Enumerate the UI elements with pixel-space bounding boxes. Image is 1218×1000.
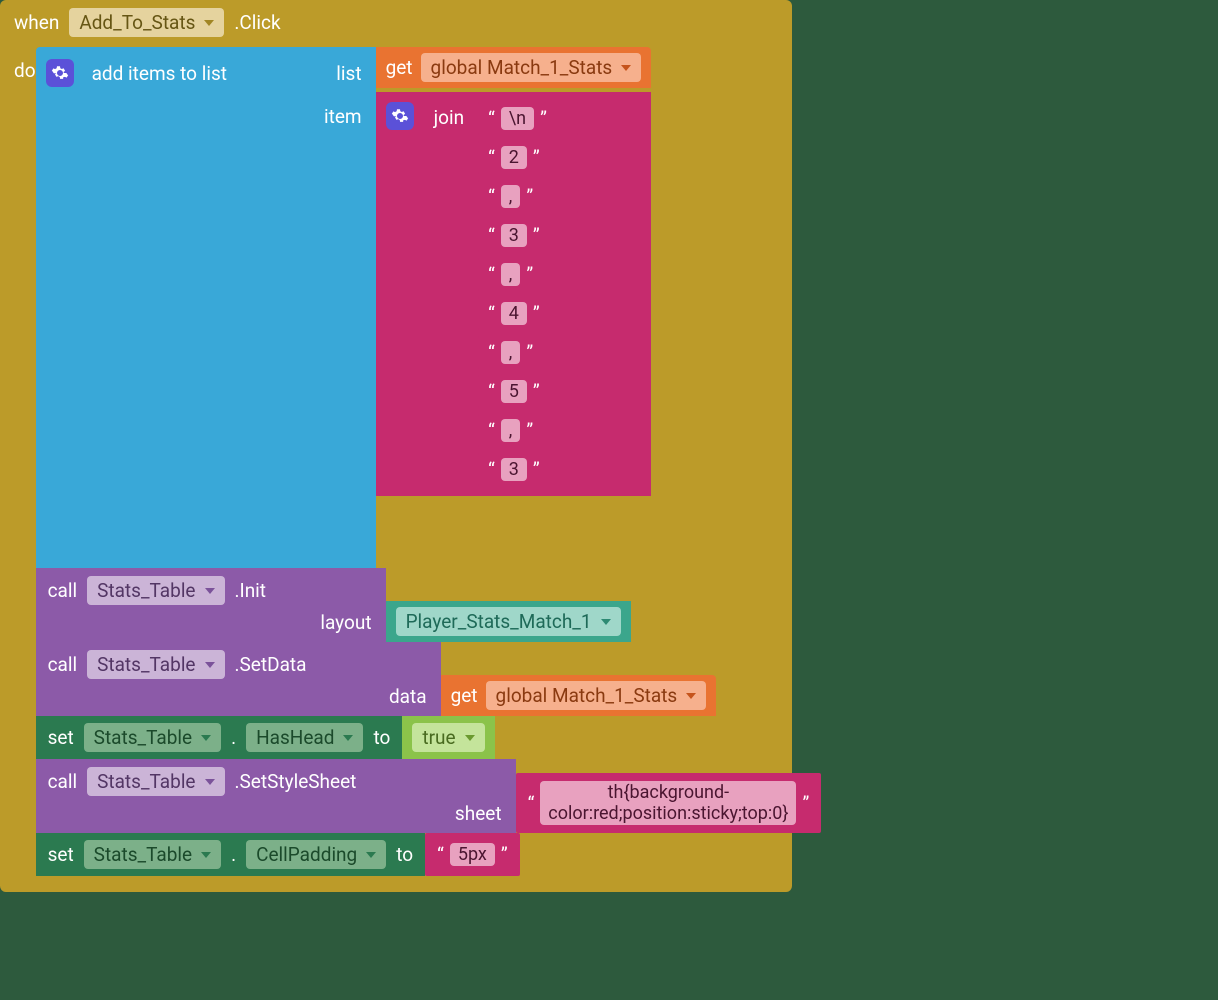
do-label: do bbox=[14, 47, 36, 82]
add-items-to-list-block[interactable]: add items to list list item get global bbox=[36, 47, 822, 568]
string-literal[interactable]: “,” bbox=[478, 336, 578, 369]
gear-icon[interactable] bbox=[46, 59, 74, 87]
event-when-block[interactable]: when Add_To_Stats .Click do add ite bbox=[0, 0, 792, 892]
property-dropdown[interactable]: HasHead bbox=[246, 723, 363, 752]
string-literal[interactable]: “ 5px ” bbox=[425, 833, 520, 876]
string-literal[interactable]: “ th{background-color:red;position:stick… bbox=[516, 773, 822, 833]
param-label: layout bbox=[320, 611, 371, 634]
set-label: set bbox=[48, 843, 74, 866]
string-literal[interactable]: “\n” bbox=[478, 102, 578, 135]
dropdown-label: Stats_Table bbox=[94, 843, 192, 866]
string-value[interactable]: , bbox=[501, 185, 521, 208]
dropdown-label: true bbox=[422, 726, 455, 749]
string-literal[interactable]: “,” bbox=[478, 414, 578, 447]
method-label: .SetStyleSheet bbox=[235, 770, 357, 793]
method-label: .Init bbox=[235, 579, 267, 602]
set-hashead-block[interactable]: set Stats_Table . HasHead to bbox=[36, 716, 822, 759]
param-label: sheet bbox=[455, 802, 502, 825]
string-value[interactable]: 4 bbox=[501, 302, 527, 325]
dropdown-label: Stats_Table bbox=[97, 770, 195, 793]
layout-dropdown[interactable]: Player_Stats_Match_1 bbox=[396, 607, 621, 636]
get-label: get bbox=[451, 684, 478, 707]
add-items-label: add items to list bbox=[92, 62, 227, 85]
dropdown-label: global Match_1_Stats bbox=[431, 56, 613, 79]
string-literal[interactable]: “2” bbox=[478, 141, 578, 174]
call-label: call bbox=[48, 579, 78, 602]
component-dropdown[interactable]: Stats_Table bbox=[87, 767, 224, 796]
to-label: to bbox=[373, 726, 390, 749]
call-label: call bbox=[48, 653, 78, 676]
dropdown-label: HasHead bbox=[256, 726, 334, 749]
chevron-down-icon bbox=[204, 20, 214, 26]
dropdown-label: Player_Stats_Match_1 bbox=[406, 610, 592, 633]
dropdown-label: CellPadding bbox=[256, 843, 357, 866]
call-setdata-block[interactable]: call Stats_Table .SetData data bbox=[36, 642, 822, 716]
get-label: get bbox=[386, 56, 413, 79]
call-setstylesheet-block[interactable]: call Stats_Table .SetStyleSheet sheet bbox=[36, 759, 822, 833]
dropdown-label: Stats_Table bbox=[97, 579, 195, 602]
gear-icon[interactable] bbox=[386, 102, 414, 130]
param-label: data bbox=[389, 685, 427, 708]
dropdown-label: global Match_1_Stats bbox=[496, 684, 678, 707]
variable-dropdown[interactable]: global Match_1_Stats bbox=[421, 53, 642, 82]
get-variable-block[interactable]: get global Match_1_Stats bbox=[441, 675, 717, 716]
event-suffix: .Click bbox=[234, 11, 280, 34]
chevron-down-icon bbox=[343, 735, 353, 741]
chevron-down-icon bbox=[601, 619, 611, 625]
component-dropdown[interactable]: Stats_Table bbox=[87, 576, 224, 605]
string-literal[interactable]: “5” bbox=[478, 375, 578, 408]
dropdown-label: Stats_Table bbox=[94, 726, 192, 749]
chevron-down-icon bbox=[366, 852, 376, 858]
get-variable-block[interactable]: get global Match_1_Stats bbox=[376, 47, 652, 88]
when-label: when bbox=[14, 11, 59, 34]
string-literal[interactable]: “4” bbox=[478, 297, 578, 330]
chevron-down-icon bbox=[621, 65, 631, 71]
string-literal[interactable]: “3” bbox=[478, 453, 578, 486]
dot-label: . bbox=[231, 726, 236, 749]
boolean-block[interactable]: true bbox=[402, 716, 494, 759]
chevron-down-icon bbox=[205, 588, 215, 594]
string-value[interactable]: 2 bbox=[501, 146, 527, 169]
dropdown-label: Stats_Table bbox=[97, 653, 195, 676]
variable-dropdown[interactable]: global Match_1_Stats bbox=[486, 681, 707, 710]
string-value[interactable]: , bbox=[501, 263, 521, 286]
string-value[interactable]: 3 bbox=[501, 458, 527, 481]
chevron-down-icon bbox=[205, 779, 215, 785]
set-label: set bbox=[48, 726, 74, 749]
string-literal[interactable]: “,” bbox=[478, 258, 578, 291]
chevron-down-icon bbox=[465, 735, 475, 741]
component-dropdown[interactable]: Stats_Table bbox=[87, 650, 224, 679]
set-cellpadding-block[interactable]: set Stats_Table . CellPadding to bbox=[36, 833, 822, 876]
component-dropdown[interactable]: Stats_Table bbox=[84, 840, 221, 869]
chevron-down-icon bbox=[686, 693, 696, 699]
string-value[interactable]: 5px bbox=[450, 843, 495, 866]
component-dropdown[interactable]: Stats_Table bbox=[84, 723, 221, 752]
string-value[interactable]: th{background-color:red;position:sticky;… bbox=[540, 781, 796, 825]
string-value[interactable]: , bbox=[501, 341, 521, 364]
call-label: call bbox=[48, 770, 78, 793]
string-value[interactable]: 5 bbox=[501, 380, 527, 403]
property-dropdown[interactable]: CellPadding bbox=[246, 840, 386, 869]
string-value[interactable]: 3 bbox=[501, 224, 527, 247]
call-init-block[interactable]: call Stats_Table .Init layout bbox=[36, 568, 822, 642]
method-label: .SetData bbox=[235, 653, 307, 676]
string-value[interactable]: \n bbox=[501, 107, 534, 130]
chevron-down-icon bbox=[205, 662, 215, 668]
dot-label: . bbox=[231, 843, 236, 866]
item-param-label: item bbox=[324, 105, 362, 128]
list-param-label: list bbox=[336, 62, 361, 85]
dropdown-label: Add_To_Stats bbox=[79, 11, 195, 34]
chevron-down-icon bbox=[201, 735, 211, 741]
boolean-dropdown[interactable]: true bbox=[412, 723, 484, 752]
chevron-down-icon bbox=[201, 852, 211, 858]
layout-value-block[interactable]: Player_Stats_Match_1 bbox=[386, 601, 631, 642]
to-label: to bbox=[396, 843, 413, 866]
component-dropdown[interactable]: Add_To_Stats bbox=[69, 8, 224, 37]
string-literal[interactable]: “3” bbox=[478, 219, 578, 252]
join-block[interactable]: join “\n” “2” “,” “3” “,” “4” “,” “5” “,… bbox=[376, 92, 652, 496]
string-value[interactable]: , bbox=[501, 419, 521, 442]
string-literal[interactable]: “,” bbox=[478, 180, 578, 213]
join-label: join bbox=[434, 102, 465, 129]
